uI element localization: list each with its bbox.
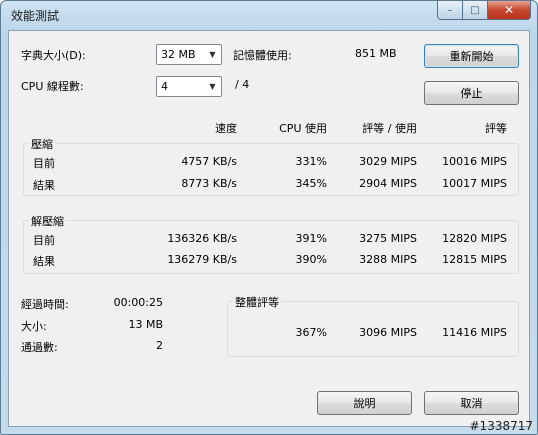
cpu-usage-value: 390% xyxy=(295,253,327,266)
passes-label: 通過數: xyxy=(21,341,58,354)
elapsed-time-label: 經過時間: xyxy=(21,298,69,311)
cpu-usage-value: 345% xyxy=(295,177,327,190)
column-cpu-usage: CPU 使用 xyxy=(279,122,327,135)
title-bar[interactable]: 效能測試 – □ ✕ xyxy=(1,1,537,29)
column-rating-usage: 評等 / 使用 xyxy=(362,122,417,135)
speed-value: 136279 KB/s xyxy=(167,253,237,266)
column-speed: 速度 xyxy=(215,122,237,135)
row-label: 目前 xyxy=(33,157,55,170)
speed-value: 8773 KB/s xyxy=(181,177,237,190)
cancel-button[interactable]: 取消 xyxy=(424,391,519,415)
caption-buttons: – □ ✕ xyxy=(437,1,531,20)
window-title: 效能測試 xyxy=(11,9,60,23)
minimize-icon: – xyxy=(447,4,453,16)
rating-usage-value: 3288 MIPS xyxy=(359,253,417,266)
row-label: 結果 xyxy=(33,179,55,192)
rating-value: 12820 MIPS xyxy=(442,232,507,245)
stop-button[interactable]: 停止 xyxy=(424,81,519,105)
maximize-button[interactable]: □ xyxy=(463,1,488,20)
dictionary-size-value: 32 MB xyxy=(161,48,196,61)
overall-cpu-usage: 367% xyxy=(295,326,327,339)
rating-value: 10017 MIPS xyxy=(442,177,507,190)
elapsed-time-value: 00:00:25 xyxy=(113,296,163,309)
row-label: 目前 xyxy=(33,234,55,247)
maximize-icon: □ xyxy=(470,4,480,16)
minimize-button[interactable]: – xyxy=(437,1,463,20)
cpu-threads-value: 4 xyxy=(161,80,168,93)
memory-usage-value: 851 MB xyxy=(355,47,397,60)
speed-value: 136326 KB/s xyxy=(167,232,237,245)
memory-usage-label: 記憶體使用: xyxy=(233,49,292,62)
overall-rating-usage: 3096 MIPS xyxy=(359,326,417,339)
help-button[interactable]: 說明 xyxy=(317,391,412,415)
column-rating: 評等 xyxy=(485,122,507,135)
size-value: 13 MB xyxy=(128,318,163,331)
compress-group-title: 壓縮 xyxy=(29,136,55,152)
restart-button[interactable]: 重新開始 xyxy=(424,44,519,68)
dictionary-size-select[interactable]: 32 MB ▼ xyxy=(156,44,222,65)
speed-value: 4757 KB/s xyxy=(181,155,237,168)
overall-rating: 11416 MIPS xyxy=(442,326,507,339)
cpu-usage-value: 331% xyxy=(295,155,327,168)
watermark-text: #1338717 xyxy=(469,419,534,433)
dictionary-size-label: 字典大小(D): xyxy=(21,49,86,62)
chevron-down-icon: ▼ xyxy=(209,50,216,59)
rating-usage-value: 3275 MIPS xyxy=(359,232,417,245)
passes-value: 2 xyxy=(156,339,163,352)
cpu-usage-value: 391% xyxy=(295,232,327,245)
chevron-down-icon: ▼ xyxy=(209,82,216,91)
rating-value: 12815 MIPS xyxy=(442,253,507,266)
close-button[interactable]: ✕ xyxy=(488,1,531,20)
overall-rating-title: 整體評等 xyxy=(233,294,281,310)
rating-usage-value: 3029 MIPS xyxy=(359,155,417,168)
cpu-threads-label: CPU 線程數: xyxy=(21,80,84,93)
benchmark-window: 效能測試 – □ ✕ 字典大小(D): 32 MB ▼ 記憶體使用: 851 M… xyxy=(0,0,538,435)
cpu-threads-total: / 4 xyxy=(235,78,250,91)
size-label: 大小: xyxy=(21,320,47,333)
close-icon: ✕ xyxy=(503,3,515,17)
rating-value: 10016 MIPS xyxy=(442,155,507,168)
dialog-client-area: 字典大小(D): 32 MB ▼ 記憶體使用: 851 MB CPU 線程數: … xyxy=(8,30,530,427)
decompress-group-title: 解壓縮 xyxy=(29,213,66,229)
rating-usage-value: 2904 MIPS xyxy=(359,177,417,190)
cpu-threads-select[interactable]: 4 ▼ xyxy=(156,76,222,97)
row-label: 結果 xyxy=(33,255,55,268)
